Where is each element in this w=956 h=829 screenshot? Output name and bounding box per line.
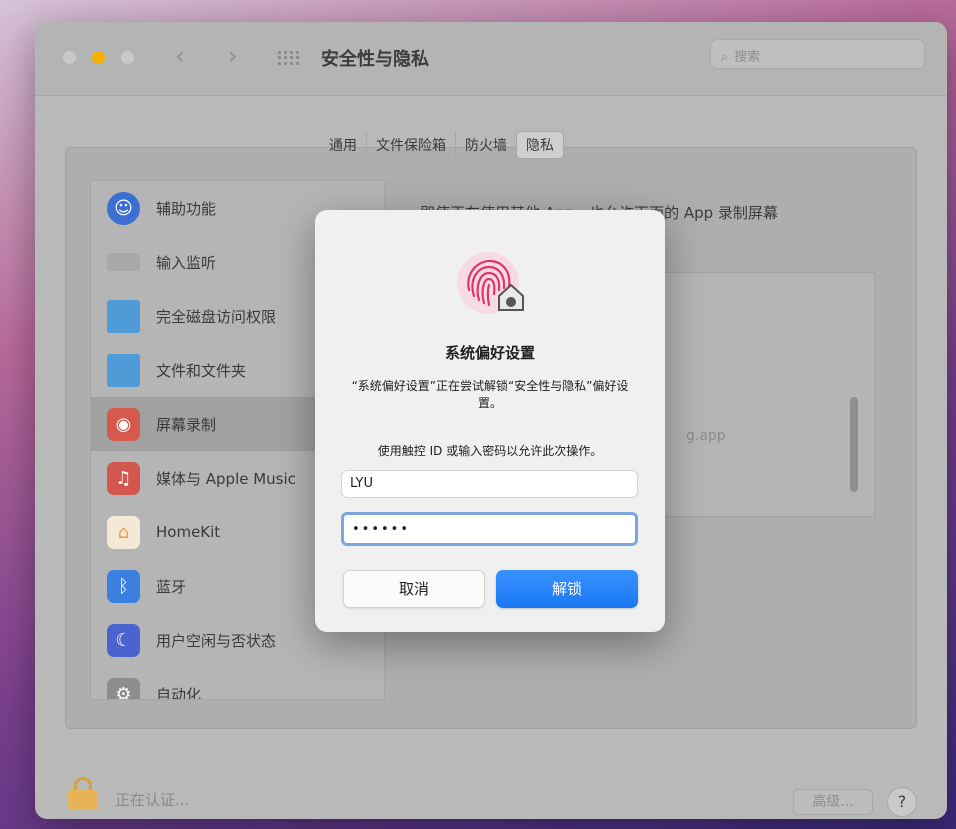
list-scrollbar[interactable] [850,397,858,492]
show-all-grid-icon[interactable] [278,51,299,65]
sidebar-item-label: 蓝牙 [156,577,187,596]
bluetooth-icon: ᛒ [107,569,140,603]
back-chevron-icon[interactable]: ‹ [175,42,185,70]
tab-firewall[interactable]: 防火墙 [455,132,516,158]
dialog-message: “系统偏好设置”正在尝试解锁“安全性与隐私”偏好设置。 [351,379,629,410]
username-field[interactable]: LYU [341,470,638,498]
tab-bar: 通用 文件保险箱 防火墙 隐私 [320,131,564,159]
lock-icon[interactable] [68,777,98,810]
search-placeholder: 搜索 [734,50,761,65]
auth-dialog: 系统偏好设置 “系统偏好设置”正在尝试解锁“安全性与隐私”偏好设置。 使用触控 … [315,210,665,632]
dialog-title: 系统偏好设置 [444,344,535,362]
sidebar-item-label: 输入监听 [156,253,217,272]
bottom-bar: 正在认证... 高级... ? [35,749,947,819]
title-bar: ‹ › 安全性与隐私 ⌕ 搜索 [35,22,947,96]
moon-icon: ☾ [107,623,140,657]
touch-id-fingerprint-icon [457,252,524,314]
sidebar-item-label: 完全磁盘访问权限 [156,307,277,326]
sidebar-item-label: 用户空闲与否状态 [156,631,277,650]
auth-status: 正在认证... [115,791,190,809]
tab-general[interactable]: 通用 [320,132,366,158]
cancel-button[interactable]: 取消 [343,570,485,608]
dialog-prompt: 使用触控 ID 或输入密码以允许此次操作。 [377,444,603,458]
sidebar-item-label: HomeKit [156,523,221,541]
tab-privacy[interactable]: 隐私 [516,131,564,159]
search-icon: ⌕ [721,50,729,65]
unlock-button[interactable]: 解锁 [496,570,638,608]
home-icon: ⌂ [107,515,140,549]
search-field[interactable]: ⌕ 搜索 [710,39,925,69]
sidebar-item-label: 屏幕录制 [156,415,217,434]
close-button[interactable] [63,51,76,64]
minimize-button[interactable] [92,51,105,64]
help-button[interactable]: ? [887,787,917,817]
folder-icon [107,353,140,387]
folder-icon [107,299,140,333]
window-title: 安全性与隐私 [321,49,429,70]
sidebar-item-label: 文件和文件夹 [156,361,247,380]
gear-icon: ⚙ [107,677,140,699]
keyboard-icon [107,253,140,271]
sidebar-item-automation[interactable]: ⚙ 自动化 [91,667,384,700]
sidebar-item-label: 辅助功能 [156,199,217,218]
list-item[interactable]: g.app [686,428,726,444]
sidebar-item-label: 自动化 [156,685,202,700]
sidebar-item-label: 媒体与 Apple Music [156,469,296,488]
accessibility-icon: ☺ [107,191,140,225]
advanced-button[interactable]: 高级... [793,789,873,815]
password-field[interactable]: •••••• [341,512,638,546]
tab-filevault[interactable]: 文件保险箱 [366,132,455,158]
forward-chevron-icon[interactable]: › [228,42,238,70]
zoom-button[interactable] [121,51,134,64]
screen-record-icon: ◉ [107,407,140,441]
music-icon: ♫ [107,461,140,495]
